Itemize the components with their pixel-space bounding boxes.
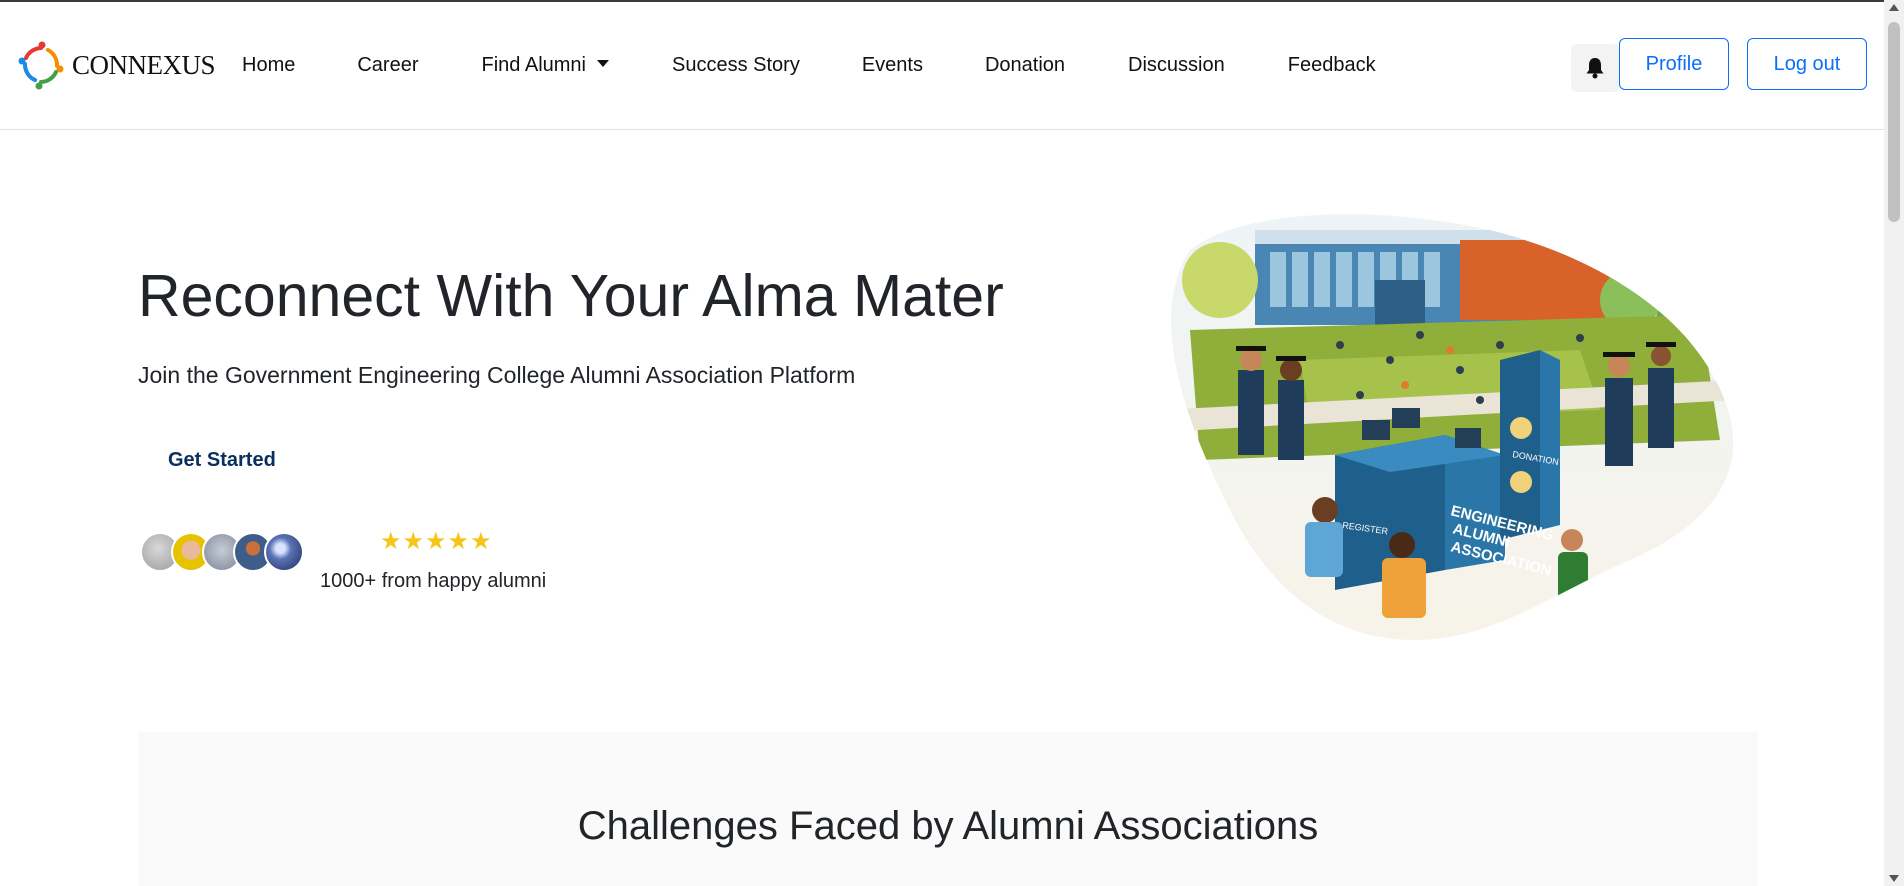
nav-find-alumni-dropdown[interactable]: Find Alumni: [481, 54, 609, 77]
nav-events[interactable]: Events: [862, 54, 923, 77]
alumni-avatars: [140, 532, 310, 574]
avatar: [264, 532, 304, 572]
bell-icon: [1586, 58, 1604, 79]
nav-career[interactable]: Career: [357, 54, 418, 77]
brand-name: CONNEXUS: [72, 49, 216, 80]
nav-discussion[interactable]: Discussion: [1128, 54, 1225, 77]
hero-title: Reconnect With Your Alma Mater: [138, 263, 1004, 329]
main-nav: Home Career Find Alumni Success Story Ev…: [242, 2, 1376, 129]
nav-success-story[interactable]: Success Story: [672, 54, 800, 77]
challenges-section: Challenges Faced by Alumni Associations: [138, 732, 1758, 886]
rating-text: 1000+ from happy alumni: [320, 570, 547, 592]
nav-home[interactable]: Home: [242, 54, 295, 77]
get-started-button[interactable]: Get Started: [168, 449, 276, 472]
rating-stars: ★★★★★: [380, 528, 493, 555]
scrollbar-thumb[interactable]: [1888, 22, 1900, 222]
hero-illustration: DONATION REGISTER ENGINEERING ALUMNI ASS…: [1160, 210, 1735, 645]
nav-donation[interactable]: Donation: [985, 54, 1065, 77]
brand[interactable]: CONNEXUS: [18, 40, 216, 90]
caret-down-icon: [597, 60, 609, 67]
navbar: CONNEXUS Home Career Find Alumni Success…: [0, 2, 1884, 130]
notifications-button[interactable]: [1571, 44, 1619, 92]
challenges-title: Challenges Faced by Alumni Associations: [577, 804, 1319, 848]
nav-find-alumni-label: Find Alumni: [481, 54, 587, 76]
nav-feedback[interactable]: Feedback: [1288, 54, 1376, 77]
logout-button[interactable]: Log out: [1747, 38, 1867, 90]
connexus-logo-icon: [18, 40, 64, 90]
page-viewport: CONNEXUS Home Career Find Alumni Success…: [0, 0, 1884, 886]
vertical-scrollbar[interactable]: [1884, 0, 1904, 886]
scroll-down-arrow-icon[interactable]: [1889, 875, 1899, 882]
hero-subtitle: Join the Government Engineering College …: [138, 362, 856, 388]
scroll-up-arrow-icon[interactable]: [1889, 4, 1899, 11]
profile-button[interactable]: Profile: [1619, 38, 1729, 90]
